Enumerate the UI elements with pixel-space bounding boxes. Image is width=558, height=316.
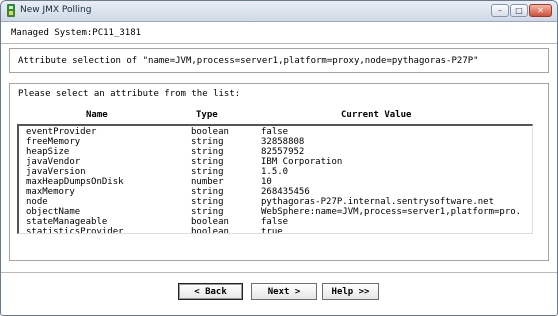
jmx-polling-window: New JMX Polling – □ ✕ Managed System:PC1… <box>0 0 558 316</box>
table-row[interactable]: statisticsProvider boolean true <box>19 227 532 233</box>
attribute-selection-text: Attribute selection of "name=JVM,process… <box>18 56 479 66</box>
column-header-type: Type <box>196 110 218 120</box>
managed-system-label: Managed System:PC11_3181 <box>11 28 142 38</box>
divider <box>1 43 557 44</box>
window-title: New JMX Polling <box>20 5 92 15</box>
select-prompt: Please select an attribute from the list… <box>18 89 241 99</box>
maximize-button[interactable]: □ <box>510 4 528 17</box>
attribute-selection-panel: Attribute selection of "name=JVM,process… <box>9 48 549 73</box>
next-button[interactable]: Next > <box>251 283 317 300</box>
divider <box>1 272 557 273</box>
back-button[interactable]: < Back <box>178 283 243 300</box>
minimize-button[interactable]: – <box>491 4 509 17</box>
attribute-list-panel: Please select an attribute from the list… <box>9 83 549 261</box>
attribute-list[interactable]: eventProvider boolean false freeMemory stri… <box>17 124 533 234</box>
table-row[interactable]: stateManageable boolean false <box>19 217 532 227</box>
column-header-name: Name <box>86 110 108 120</box>
minimize-icon: – <box>498 6 502 15</box>
column-header-current-value: Current Value <box>341 110 412 120</box>
close-icon: ✕ <box>537 6 544 15</box>
title-bar[interactable]: New JMX Polling – □ ✕ <box>1 1 557 22</box>
maximize-icon: □ <box>515 6 523 15</box>
table-row[interactable]: maxMemory string 268435456 <box>19 187 532 197</box>
close-button[interactable]: ✕ <box>529 4 552 17</box>
table-row[interactable]: maxHeapDumpsOnDisk number 10 <box>19 177 532 187</box>
table-header: Name Type Current Value <box>10 110 540 122</box>
table-row[interactable]: objectName string WebSphere:name=JVM,proce… <box>19 207 532 217</box>
table-row[interactable]: node string pythagoras-P27P.internal.sentr… <box>19 197 532 207</box>
table-row[interactable]: freeMemory string 32858808 <box>19 137 532 147</box>
table-row[interactable]: heapSize string 82557952 <box>19 147 532 157</box>
table-row[interactable]: javaVendor string IBM Corporation <box>19 157 532 167</box>
help-button[interactable]: Help >> <box>322 283 379 300</box>
app-icon <box>7 4 15 17</box>
table-row[interactable]: javaVersion string 1.5.0 <box>19 167 532 177</box>
table-row[interactable]: eventProvider boolean false <box>19 127 532 137</box>
